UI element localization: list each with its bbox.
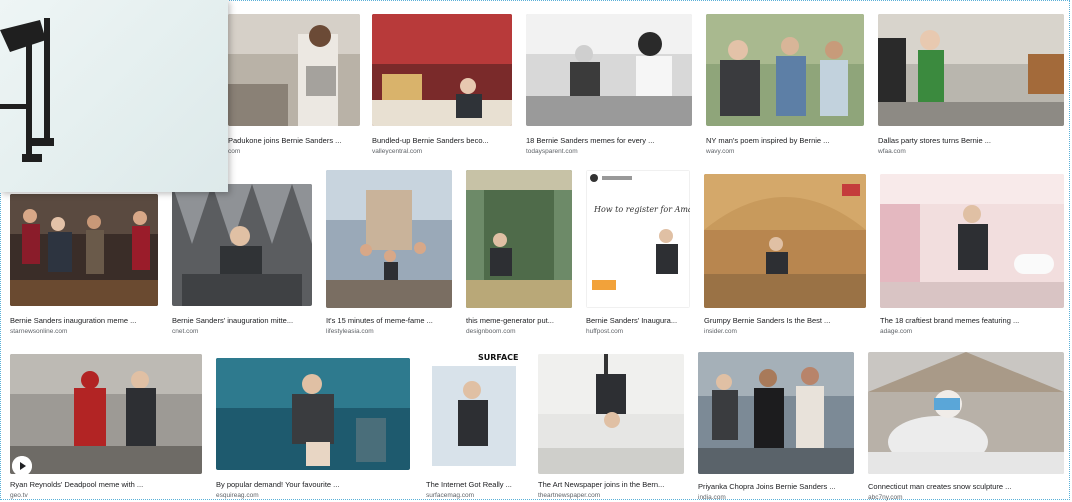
result-source: com bbox=[228, 148, 241, 155]
result-thumbnail[interactable] bbox=[868, 352, 1064, 474]
result-caption[interactable]: Padukone joins Bernie Sanders ... bbox=[228, 136, 360, 145]
result-thumbnail[interactable] bbox=[704, 174, 866, 308]
result-caption[interactable]: The Art Newspaper joins in the Bern... bbox=[538, 480, 684, 489]
result-thumbnail[interactable] bbox=[372, 14, 512, 126]
result-caption[interactable]: Bernie Sanders' inauguration mitte... bbox=[172, 316, 312, 325]
folding-chair-image bbox=[0, 18, 54, 162]
result-thumbnail[interactable] bbox=[10, 194, 158, 306]
result-thumbnail[interactable] bbox=[538, 354, 684, 474]
result-source: surfacemag.com bbox=[426, 492, 475, 499]
result-source: valleycentral.com bbox=[372, 148, 423, 155]
result-source: geo.tv bbox=[10, 492, 28, 499]
surface-label-text: SURFACE bbox=[478, 353, 519, 362]
result-caption[interactable]: Ryan Reynolds' Deadpool meme with ... bbox=[10, 480, 202, 489]
result-source: starnewsonline.com bbox=[10, 328, 68, 335]
result-caption[interactable]: NY man's poem inspired by Bernie ... bbox=[706, 136, 864, 145]
amazon-title-text: How to register for Amazon Pay bbox=[593, 205, 690, 214]
result-source: lifestyleasia.com bbox=[326, 328, 374, 335]
result-source: abc7ny.com bbox=[868, 494, 903, 501]
result-thumbnail[interactable] bbox=[878, 14, 1064, 126]
play-icon[interactable] bbox=[12, 456, 32, 476]
result-thumbnail[interactable] bbox=[326, 170, 452, 308]
result-thumbnail[interactable] bbox=[526, 14, 692, 126]
result-source: india.com bbox=[698, 494, 726, 501]
result-source: wavy.com bbox=[706, 148, 735, 155]
result-source: wfaa.com bbox=[878, 148, 906, 155]
result-source: cnet.com bbox=[172, 328, 199, 335]
result-thumbnail[interactable] bbox=[880, 174, 1064, 308]
result-caption[interactable]: The Internet Got Really ... bbox=[426, 480, 522, 489]
result-thumbnail[interactable] bbox=[706, 14, 864, 126]
result-caption[interactable]: Dallas party stores turns Bernie ... bbox=[878, 136, 1064, 145]
result-source: insider.com bbox=[704, 328, 737, 335]
result-source: esquireag.com bbox=[216, 492, 259, 499]
result-caption[interactable]: The 18 craftiest brand memes featuring .… bbox=[880, 316, 1064, 325]
result-caption[interactable]: Grumpy Bernie Sanders Is the Best ... bbox=[704, 316, 866, 325]
result-caption[interactable]: Bernie Sanders inauguration meme ... bbox=[10, 316, 158, 325]
result-caption[interactable]: Connecticut man creates snow sculpture .… bbox=[868, 482, 1064, 491]
result-thumbnail[interactable] bbox=[216, 358, 410, 470]
result-caption[interactable]: this meme-generator put... bbox=[466, 316, 572, 325]
result-thumbnail[interactable] bbox=[172, 184, 312, 306]
result-source: todaysparent.com bbox=[526, 148, 578, 155]
result-source: adage.com bbox=[880, 328, 913, 335]
result-thumbnail[interactable]: How to register for Amazon Pay bbox=[586, 170, 690, 308]
result-thumbnail[interactable] bbox=[228, 14, 360, 126]
result-source: theartnewspaper.com bbox=[538, 492, 601, 499]
result-thumbnail[interactable]: SURFACE bbox=[426, 350, 522, 472]
result-thumbnail[interactable] bbox=[10, 354, 202, 474]
result-caption[interactable]: Bernie Sanders' Inaugura... bbox=[586, 316, 690, 325]
result-thumbnail[interactable] bbox=[698, 352, 854, 474]
overlay-image-panel[interactable] bbox=[0, 0, 228, 192]
result-source: huffpost.com bbox=[586, 328, 624, 335]
result-source: designboom.com bbox=[466, 328, 516, 335]
result-caption[interactable]: It's 15 minutes of meme-fame ... bbox=[326, 316, 452, 325]
result-caption[interactable]: Priyanka Chopra Joins Bernie Sanders ... bbox=[698, 482, 854, 491]
result-thumbnail[interactable] bbox=[466, 170, 572, 308]
result-caption[interactable]: By popular demand! Your favourite ... bbox=[216, 480, 410, 489]
result-caption[interactable]: 18 Bernie Sanders memes for every ... bbox=[526, 136, 692, 145]
result-caption[interactable]: Bundled-up Bernie Sanders beco... bbox=[372, 136, 512, 145]
